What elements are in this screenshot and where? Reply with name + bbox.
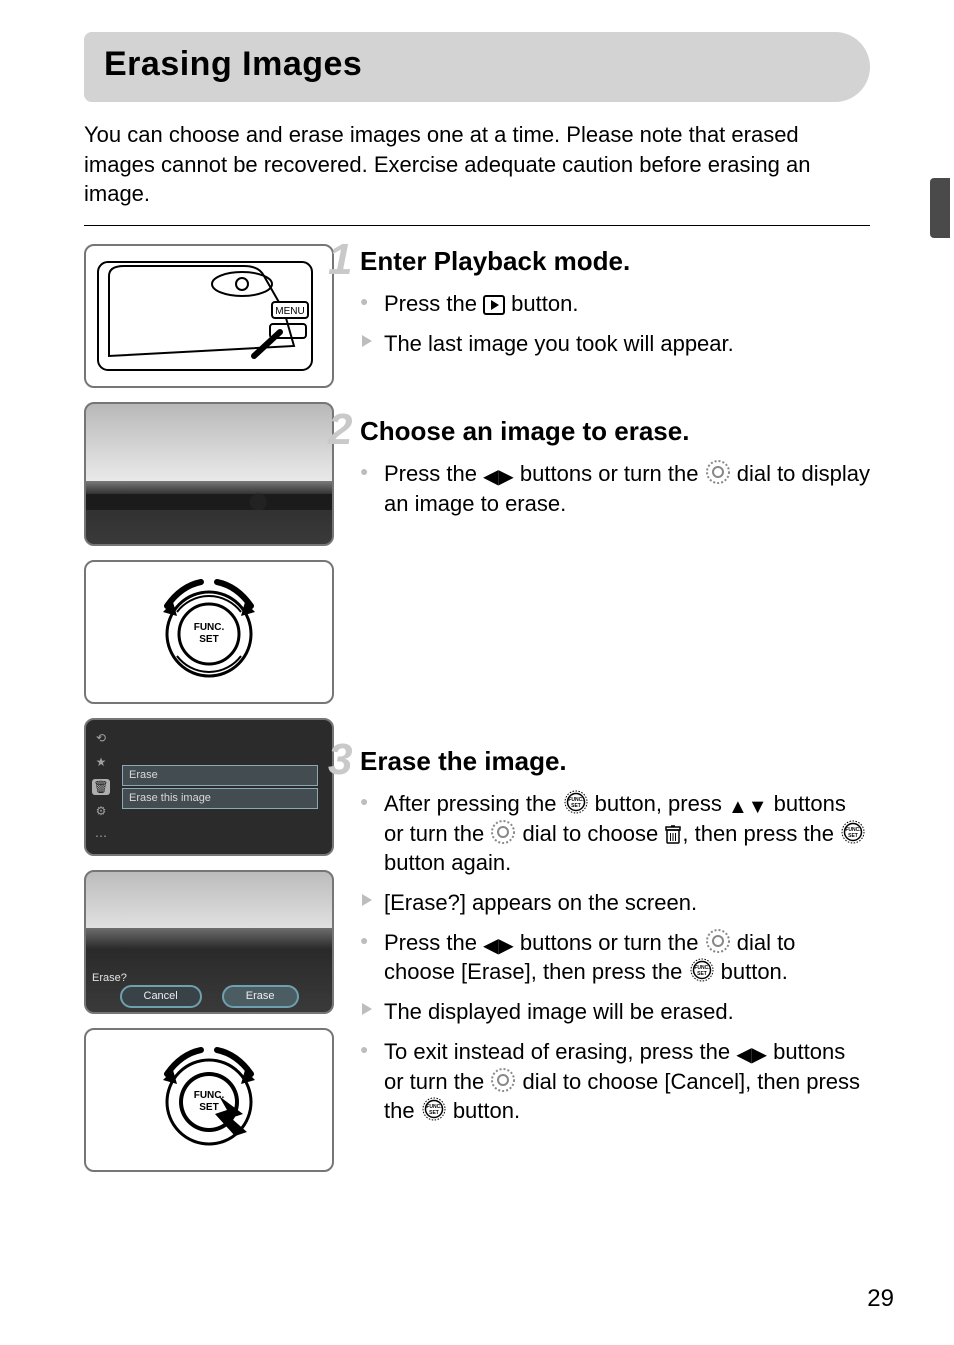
control-dial-icon (705, 459, 731, 485)
func-set-icon: FUNC.SET (840, 819, 866, 845)
trash-icon: 🗑 (92, 779, 110, 795)
illustration-control-dial: FUNC. SET (84, 560, 334, 704)
intro-paragraph: You can choose and erase images one at a… (84, 120, 870, 209)
illustration-playback-image (84, 402, 334, 546)
svg-text:SET: SET (199, 634, 218, 645)
erase-prompt-label: Erase? (92, 971, 127, 986)
list-item: Press the ◀▶ buttons or turn the dial to… (360, 928, 870, 987)
section-header: Erasing Images (84, 32, 870, 102)
svg-text:SET: SET (571, 803, 581, 809)
step-number-2: 2 (328, 408, 350, 452)
svg-text:SET: SET (848, 833, 858, 839)
list-item: The last image you took will appear. (360, 329, 870, 359)
divider (84, 225, 870, 226)
step-title-2: Choose an image to erase. (360, 414, 870, 449)
list-item: Press the ◀▶ buttons or turn the dial to… (360, 459, 870, 518)
func-set-icon: FUNC.SET (421, 1096, 447, 1122)
list-item: To exit instead of erasing, press the ◀▶… (360, 1037, 870, 1126)
trash-icon (664, 825, 682, 845)
menu-item-erase-this: Erase this image (122, 788, 318, 809)
svg-text:SET: SET (429, 1110, 439, 1116)
svg-text:SET: SET (199, 1102, 218, 1113)
menu-item-erase: Erase (122, 765, 318, 786)
illustration-erase-confirm: Erase? Cancel Erase (84, 870, 334, 1014)
page-title: Erasing Images (104, 42, 850, 88)
playback-icon (483, 295, 505, 315)
svg-text:SET: SET (697, 971, 707, 977)
edge-tab (930, 178, 950, 238)
control-dial-icon (490, 819, 516, 845)
page-number: 29 (867, 1283, 894, 1315)
erase-option: Erase (222, 985, 299, 1008)
svg-text:FUNC.: FUNC. (194, 622, 225, 633)
func-set-icon: FUNC.SET (563, 789, 589, 815)
list-item: After pressing the FUNC.SET button, pres… (360, 789, 870, 878)
cancel-option: Cancel (120, 985, 202, 1008)
menu-button-label: MENU (275, 306, 304, 317)
func-set-icon: FUNC.SET (689, 957, 715, 983)
list-item: [Erase?] appears on the screen. (360, 888, 870, 918)
list-item: The displayed image will be erased. (360, 997, 870, 1027)
illustration-control-dial-press: FUNC. SET (84, 1028, 334, 1172)
control-dial-icon (705, 928, 731, 954)
list-item: Press the button. (360, 289, 870, 319)
step-title-1: Enter Playback mode. (360, 244, 870, 279)
illustration-erase-menu: ⟲★ 🗑 ⚙⋯ Erase Erase this image (84, 718, 334, 856)
control-dial-icon (490, 1067, 516, 1093)
illustration-camera-back: MENU (84, 244, 334, 388)
step-title-3: Erase the image. (360, 744, 870, 779)
step-number-3: 3 (328, 738, 350, 782)
step-number-1: 1 (328, 238, 350, 282)
svg-text:FUNC.: FUNC. (194, 1090, 225, 1101)
